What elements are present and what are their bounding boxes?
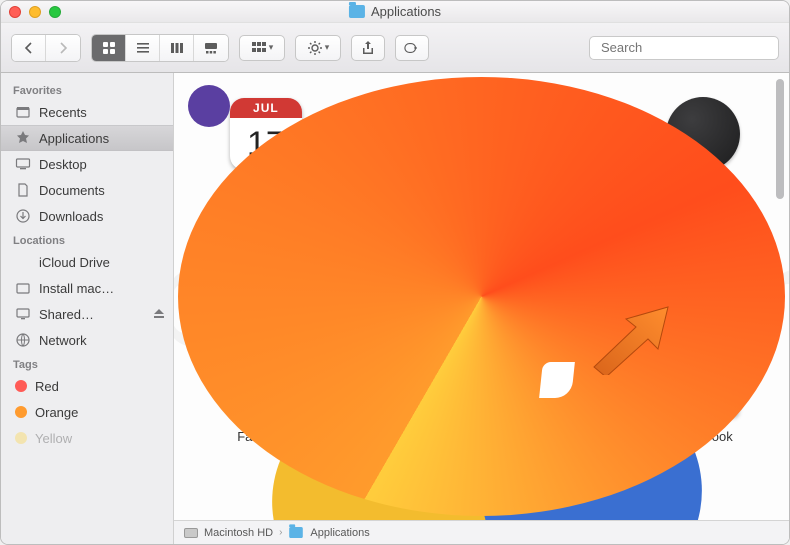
arrange-icon <box>251 40 267 56</box>
share-icon <box>360 40 376 56</box>
window-title-text: Applications <box>371 4 441 19</box>
sidebar-item-applications[interactable]: Applications <box>1 125 173 151</box>
tag-dot-icon <box>15 432 27 444</box>
search-field[interactable] <box>589 36 779 60</box>
disk-icon <box>184 528 198 538</box>
sidebar-item-label: Downloads <box>39 209 103 224</box>
sidebar-item-label: Desktop <box>39 157 87 172</box>
sidebar-item-label: Shared… <box>39 307 145 322</box>
display-icon <box>15 306 31 322</box>
tags-button[interactable] <box>395 35 429 61</box>
app-firefox[interactable]: Firefox <box>354 337 470 444</box>
share-button[interactable] <box>351 35 385 61</box>
body: Favorites Recents Applications Desktop D… <box>1 73 789 544</box>
content-area: pcrisk.com JUL 17 Calendar Chess <box>174 73 789 544</box>
view-columns-button[interactable] <box>160 35 194 61</box>
traffic-lights <box>9 6 61 18</box>
documents-icon <box>15 182 31 198</box>
sidebar-item-install-mac[interactable]: Install mac… <box>1 275 173 301</box>
applications-icon <box>15 130 31 146</box>
view-list-button[interactable] <box>126 35 160 61</box>
sidebar-section-locations: Locations <box>1 229 173 249</box>
sidebar-tag-orange[interactable]: Orange <box>1 399 173 425</box>
chevron-right-icon: › <box>279 527 282 538</box>
icloud-icon <box>15 254 31 270</box>
toolbar: ▾ ▾ <box>1 23 789 73</box>
sidebar-item-network[interactable]: Network <box>1 327 173 353</box>
icon-view[interactable]: pcrisk.com JUL 17 Calendar Chess <box>174 73 789 520</box>
sidebar-item-icloud[interactable]: iCloud Drive <box>1 249 173 275</box>
arrange-button[interactable]: ▾ <box>239 35 285 61</box>
sidebar-item-downloads[interactable]: Downloads <box>1 203 173 229</box>
finder-window: Applications <box>0 0 790 545</box>
forward-button[interactable] <box>46 35 80 61</box>
firefox-icon <box>375 343 449 417</box>
window-minimize-button[interactable] <box>29 6 41 18</box>
sidebar-item-label: Orange <box>35 405 78 420</box>
sidebar-item-label: Applications <box>39 131 109 146</box>
list-icon <box>135 40 151 56</box>
network-icon <box>15 332 31 348</box>
sidebar-tag-red[interactable]: Red <box>1 373 173 399</box>
sidebar-tag-yellow[interactable]: Yellow <box>1 425 173 451</box>
downloads-icon <box>15 208 31 224</box>
volume-icon <box>15 280 31 296</box>
window-title: Applications <box>349 4 441 19</box>
search-input[interactable] <box>601 40 777 55</box>
scrollbar-vertical[interactable] <box>773 75 787 518</box>
path-segment-current[interactable]: Applications <box>310 527 369 539</box>
grid-icon <box>101 40 117 56</box>
sidebar-item-label: Red <box>35 379 59 394</box>
chevron-left-icon <box>21 40 37 56</box>
sidebar-item-shared[interactable]: Shared… <box>1 301 173 327</box>
nav-seg <box>11 34 81 62</box>
sidebar-section-favorites: Favorites <box>1 79 173 99</box>
sidebar-item-label: iCloud Drive <box>39 255 110 270</box>
view-seg <box>91 34 229 62</box>
eject-icon[interactable] <box>153 308 165 320</box>
gallery-icon <box>203 40 219 56</box>
folder-icon <box>349 5 365 18</box>
sidebar-item-documents[interactable]: Documents <box>1 177 173 203</box>
titlebar: Applications <box>1 1 789 23</box>
gear-icon <box>307 40 323 56</box>
window-close-button[interactable] <box>9 6 21 18</box>
scrollbar-thumb[interactable] <box>776 79 784 199</box>
recents-icon <box>15 104 31 120</box>
sidebar-section-tags: Tags <box>1 353 173 373</box>
tag-dot-icon <box>15 380 27 392</box>
window-zoom-button[interactable] <box>49 6 61 18</box>
back-button[interactable] <box>12 35 46 61</box>
app-grid: JUL 17 Calendar Chess <box>174 73 789 452</box>
tag-dot-icon <box>15 406 27 418</box>
sidebar-item-recents[interactable]: Recents <box>1 99 173 125</box>
desktop-icon <box>15 156 31 172</box>
view-gallery-button[interactable] <box>194 35 228 61</box>
tag-icon <box>404 40 420 56</box>
sidebar-item-label: Network <box>39 333 87 348</box>
sidebar-item-label: Recents <box>39 105 87 120</box>
sidebar-item-label: Install mac… <box>39 281 114 296</box>
view-icons-button[interactable] <box>92 35 126 61</box>
chevron-right-icon <box>55 40 71 56</box>
sidebar: Favorites Recents Applications Desktop D… <box>1 73 174 544</box>
sidebar-item-desktop[interactable]: Desktop <box>1 151 173 177</box>
chevron-down-icon: ▾ <box>269 42 274 53</box>
path-bar: Macintosh HD › Applications <box>174 520 789 544</box>
folder-icon <box>290 527 304 538</box>
sidebar-item-label: Documents <box>39 183 105 198</box>
chevron-down-icon: ▾ <box>325 42 330 53</box>
action-button[interactable]: ▾ <box>295 35 341 61</box>
sidebar-item-label: Yellow <box>35 431 72 446</box>
path-segment-root[interactable]: Macintosh HD <box>204 527 273 539</box>
columns-icon <box>169 40 185 56</box>
